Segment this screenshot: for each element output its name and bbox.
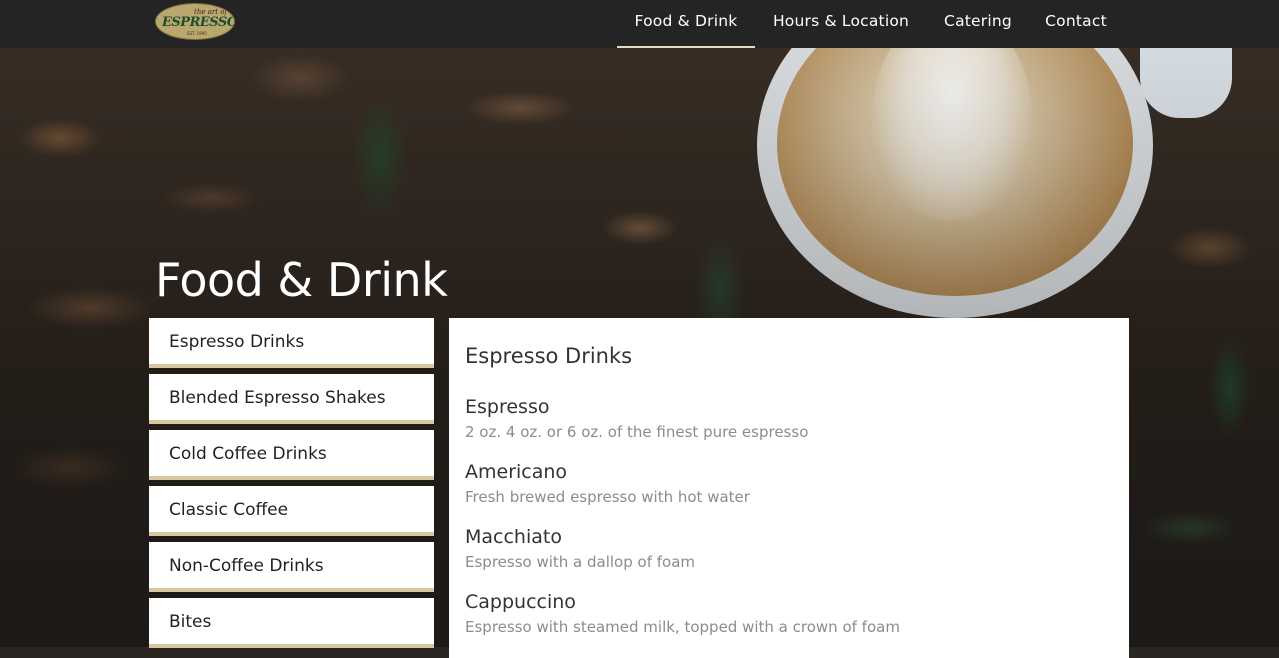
nav-hours-location[interactable]: Hours & Location (762, 0, 920, 48)
logo-wordmark: ESPRESSO (162, 15, 235, 30)
nav-contact[interactable]: Contact (1036, 0, 1116, 48)
espresso-logo[interactable]: the art of ESPRESSO EST. 1995 (155, 3, 235, 40)
menu-category-classic-coffee[interactable]: Classic Coffee (149, 486, 434, 536)
top-navbar: the art of ESPRESSO EST. 1995 Food & Dri… (0, 0, 1279, 48)
item-name-americano: Americano (465, 461, 568, 483)
nav-food-drink[interactable]: Food & Drink (617, 0, 755, 48)
menu-category-non-coffee[interactable]: Non-Coffee Drinks (149, 542, 434, 592)
menu-category-blended-shakes[interactable]: Blended Espresso Shakes (149, 374, 434, 424)
item-desc-americano: Fresh brewed espresso with hot water (465, 488, 750, 506)
menu-content-panel: Espresso Drinks Espresso 2 oz. 4 oz. or … (449, 318, 1129, 658)
logo-est: EST. 1995 (187, 31, 207, 36)
item-desc-espresso: 2 oz. 4 oz. or 6 oz. of the finest pure … (465, 423, 809, 441)
item-name-espresso: Espresso (465, 396, 550, 418)
item-desc-macchiato: Espresso with a dallop of foam (465, 553, 696, 571)
menu-category-espresso-drinks[interactable]: Espresso Drinks (149, 318, 434, 368)
page-title: Food & Drink (155, 253, 448, 307)
menu-category-bites[interactable]: Bites (149, 598, 434, 648)
section-title: Espresso Drinks (465, 344, 633, 368)
item-name-cappuccino: Cappuccino (465, 591, 576, 613)
nav-catering[interactable]: Catering (936, 0, 1020, 48)
item-name-macchiato: Macchiato (465, 526, 562, 548)
menu-category-cold-coffee[interactable]: Cold Coffee Drinks (149, 430, 434, 480)
item-desc-cappuccino: Espresso with steamed milk, topped with … (465, 618, 900, 636)
